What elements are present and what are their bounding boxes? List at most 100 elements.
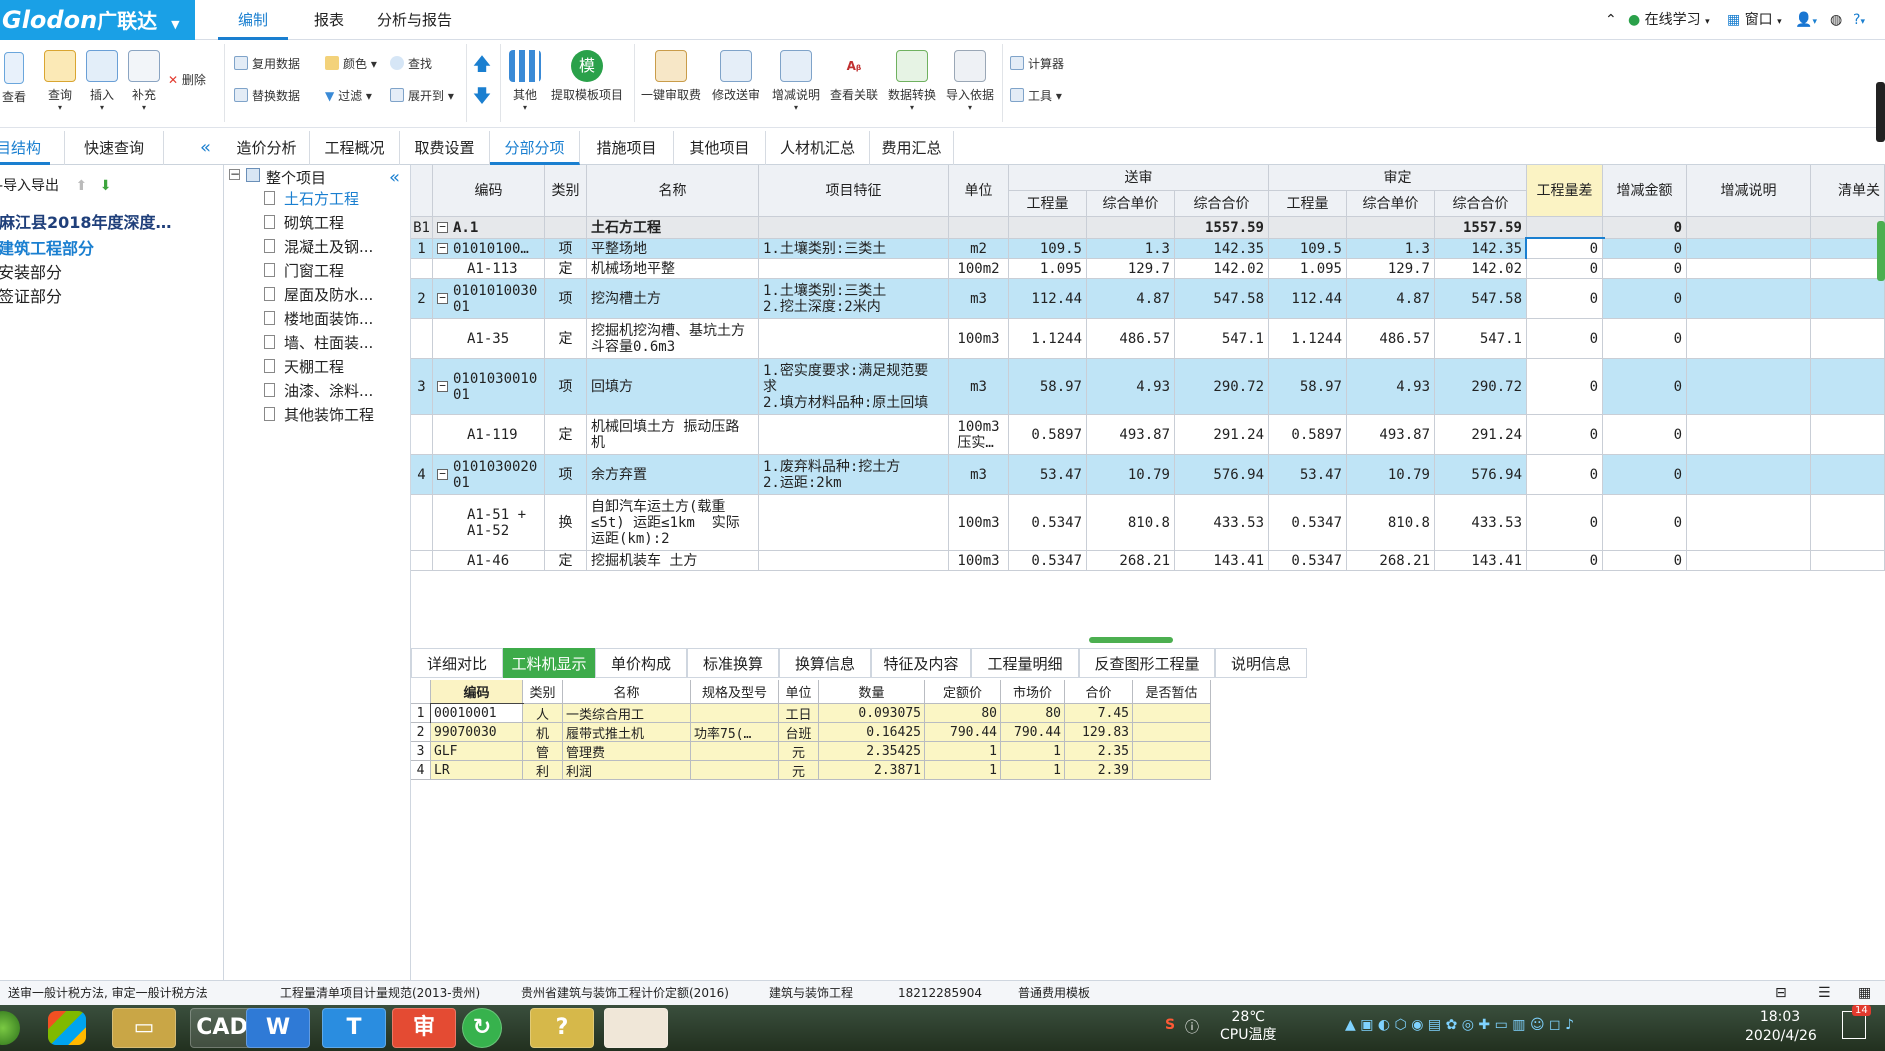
sub-cell-row-no[interactable]: 1 bbox=[411, 704, 431, 723]
tree-item-paint[interactable]: 油漆、涂料... bbox=[284, 380, 373, 401]
grid-cell-t2[interactable]: 143.41 bbox=[1435, 551, 1527, 571]
menu-tab-edit[interactable]: 编制 bbox=[218, 0, 289, 40]
tab-reverse-lookup[interactable]: 反查图形工程量 bbox=[1079, 648, 1215, 678]
grid-cell-unit[interactable]: m2 bbox=[949, 239, 1009, 259]
grid-cell-q1[interactable]: 0.5347 bbox=[1009, 495, 1087, 551]
sub-cell-quota-price[interactable]: 790.44 bbox=[925, 723, 1001, 742]
header-list[interactable]: 清单关 bbox=[1811, 165, 1885, 217]
tab-standard-conversion[interactable]: 标准换算 bbox=[687, 648, 779, 678]
grid-cell-note[interactable] bbox=[1687, 455, 1811, 495]
grid-cell-t2[interactable]: 547.1 bbox=[1435, 319, 1527, 359]
grid-cell-type[interactable]: 换 bbox=[545, 495, 587, 551]
sub-cell-provisional[interactable] bbox=[1133, 723, 1211, 742]
tray-icon-group[interactable]: ▲ ▣ ◐ ⬡ ◉ ▤ ✿ ◎ ✚ ▭ ▥ ☺ ◻ ♪ bbox=[1345, 1017, 1574, 1033]
grid-cell-p1[interactable]: 4.87 bbox=[1087, 279, 1175, 319]
sub-header-quota-price[interactable]: 定额价 bbox=[925, 680, 1001, 704]
grid-cell-amt[interactable]: 0 bbox=[1603, 319, 1687, 359]
header-approved-qty[interactable]: 工程量 bbox=[1269, 191, 1347, 217]
view-button[interactable]: 查看 bbox=[0, 52, 28, 105]
sub-cell-quantity[interactable]: 0.16425 bbox=[819, 723, 925, 742]
grid-cell-p2[interactable]: 493.87 bbox=[1347, 415, 1435, 455]
grid-cell-p2[interactable]: 486.57 bbox=[1347, 319, 1435, 359]
grid-cell-list[interactable] bbox=[1811, 239, 1885, 259]
grid-cell-q1[interactable]: 53.47 bbox=[1009, 455, 1087, 495]
grid-cell-t1[interactable]: 1557.59 bbox=[1175, 217, 1269, 239]
grid-cell-p1[interactable]: 810.8 bbox=[1087, 495, 1175, 551]
sub-header-name[interactable]: 名称 bbox=[563, 680, 691, 704]
grid-cell-diff[interactable]: 0 bbox=[1527, 359, 1603, 415]
sub-cell-type[interactable]: 管 bbox=[523, 742, 563, 761]
grid-cell-diff[interactable]: 0 bbox=[1525, 237, 1605, 261]
cad-icon[interactable]: CAD bbox=[190, 1008, 254, 1048]
tree-item-earthwork[interactable]: 土石方工程 bbox=[284, 188, 359, 209]
grid-cell-q1[interactable]: 58.97 bbox=[1009, 359, 1087, 415]
grid-cell-t1[interactable]: 547.1 bbox=[1175, 319, 1269, 359]
grid-cell-type[interactable]: 项 bbox=[545, 239, 587, 259]
import-export-button[interactable]: -导入导出 ⬆ ⬇ bbox=[0, 175, 111, 195]
header-approved-price[interactable]: 综合单价 bbox=[1347, 191, 1435, 217]
grid-cell-name[interactable]: 土石方工程 bbox=[587, 217, 759, 239]
grid-cell-note[interactable] bbox=[1687, 259, 1811, 279]
sub-header-spec[interactable]: 规格及型号 bbox=[691, 680, 779, 704]
sub-cell-spec[interactable] bbox=[691, 761, 779, 780]
word-icon[interactable]: W bbox=[246, 1008, 310, 1048]
grid-cell-type[interactable]: 定 bbox=[545, 415, 587, 455]
color-button[interactable]: 颜色 ▾ bbox=[325, 53, 377, 75]
grid-cell-q2[interactable]: 109.5 bbox=[1269, 239, 1347, 259]
expand-to-button[interactable]: 展开到 ▾ bbox=[390, 85, 454, 107]
audit-app-icon[interactable]: 审 bbox=[392, 1008, 456, 1048]
grid-cell-no[interactable]: 1 bbox=[411, 239, 433, 259]
grid-cell-q1[interactable] bbox=[1009, 217, 1087, 239]
grid-cell-diff[interactable]: 0 bbox=[1527, 551, 1603, 571]
sub-header-code[interactable]: 编码 bbox=[431, 680, 523, 704]
grid-cell-q1[interactable]: 0.5897 bbox=[1009, 415, 1087, 455]
grid-cell-no[interactable]: B1 bbox=[411, 217, 433, 239]
clock[interactable]: 18:03 2020/4/26 bbox=[1745, 1008, 1817, 1046]
grid-cell-q1[interactable]: 109.5 bbox=[1009, 239, 1087, 259]
grid-cell-list[interactable] bbox=[1811, 279, 1885, 319]
grid-cell-feature[interactable] bbox=[759, 217, 949, 239]
start-button[interactable] bbox=[0, 1011, 20, 1045]
grid-cell-p1[interactable]: 1.3 bbox=[1087, 239, 1175, 259]
grid-cell-unit[interactable]: 100m3 bbox=[949, 319, 1009, 359]
grid-cell-p2[interactable]: 1.3 bbox=[1347, 239, 1435, 259]
grid-cell-q2[interactable]: 112.44 bbox=[1269, 279, 1347, 319]
header-code[interactable]: 编码 bbox=[433, 165, 545, 217]
grid-cell-code[interactable]: A1-113 bbox=[433, 259, 545, 279]
tab-qty-detail[interactable]: 工程量明细 bbox=[971, 648, 1079, 678]
grid-cell-list[interactable] bbox=[1811, 455, 1885, 495]
grid-cell-code[interactable]: −0101030020 01 bbox=[433, 455, 545, 495]
sub-cell-code[interactable]: GLF bbox=[431, 742, 523, 761]
grid-cell-p2[interactable]: 129.7 bbox=[1347, 259, 1435, 279]
grid-cell-t2[interactable]: 433.53 bbox=[1435, 495, 1527, 551]
sub-cell-code[interactable]: 99070030 bbox=[431, 723, 523, 742]
header-feature[interactable]: 项目特征 bbox=[759, 165, 949, 217]
grid-cell-q1[interactable]: 112.44 bbox=[1009, 279, 1087, 319]
collapse-tree-icon[interactable]: − bbox=[229, 168, 240, 180]
grid-cell-t1[interactable]: 142.35 bbox=[1175, 239, 1269, 259]
move-down-icon[interactable]: 🡇 bbox=[472, 84, 492, 114]
sub-cell-unit[interactable]: 台班 bbox=[779, 723, 819, 742]
sub-cell-row-no[interactable]: 3 bbox=[411, 742, 431, 761]
grid-cell-q2[interactable]: 0.5347 bbox=[1269, 551, 1347, 571]
sub-cell-unit[interactable]: 工日 bbox=[779, 704, 819, 723]
online-learning[interactable]: ● 在线学习 ▾ bbox=[1628, 10, 1710, 30]
grid-cell-no[interactable] bbox=[411, 495, 433, 551]
sub-cell-quantity[interactable]: 2.35425 bbox=[819, 742, 925, 761]
grid-cell-name[interactable]: 回填方 bbox=[587, 359, 759, 415]
other-button[interactable]: 其他 ▾ bbox=[506, 50, 544, 112]
grid-cell-diff[interactable]: 0 bbox=[1527, 259, 1603, 279]
grid-cell-p2[interactable]: 268.21 bbox=[1347, 551, 1435, 571]
tab-labor-material[interactable]: 人材机汇总 bbox=[766, 131, 870, 165]
sub-cell-provisional[interactable] bbox=[1133, 761, 1211, 780]
expand-toggle-icon[interactable]: − bbox=[437, 292, 448, 304]
grid-cell-t2[interactable]: 1557.59 bbox=[1435, 217, 1527, 239]
collapse-left-icon[interactable]: « bbox=[200, 131, 211, 165]
grid-cell-name[interactable]: 挖掘机挖沟槽、基坑土方 斗容量0.6m3 bbox=[587, 319, 759, 359]
grid-cell-amt[interactable]: 0 bbox=[1603, 217, 1687, 239]
sub-cell-market-price[interactable]: 790.44 bbox=[1001, 723, 1065, 742]
sub-cell-spec[interactable]: 功率75(… bbox=[691, 723, 779, 742]
collapse-tree-panel-icon[interactable]: « bbox=[389, 167, 400, 188]
grid-cell-t2[interactable]: 576.94 bbox=[1435, 455, 1527, 495]
expand-toggle-icon[interactable]: − bbox=[437, 242, 448, 254]
